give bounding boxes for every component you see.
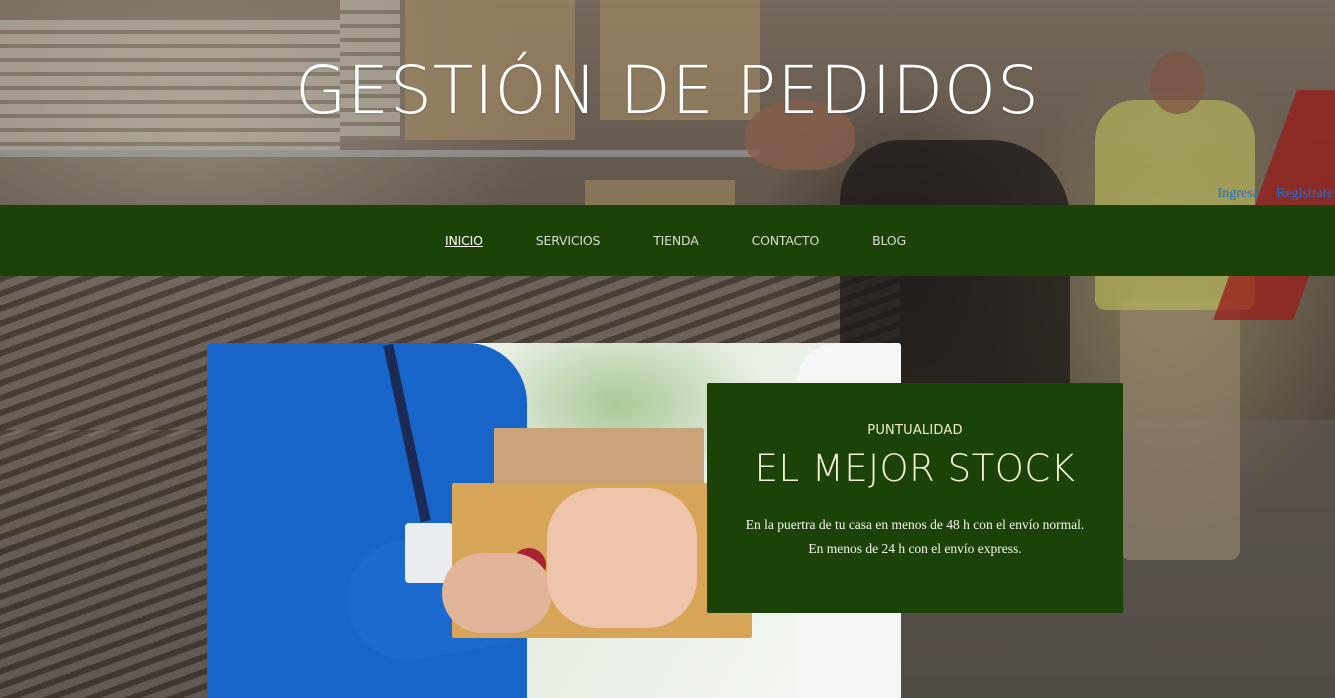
main-navbar: INICIO SERVICIOS TIENDA CONTACTO BLOG [0,205,1335,276]
register-link[interactable]: Registrate [1276,186,1333,201]
nav-link-servicios[interactable]: SERVICIOS [536,233,601,248]
feature-description: En la puertra de tu casa en menos de 48 … [745,517,1085,556]
site-title: GESTIÓN DE PEDIDOS [295,52,1040,129]
nav-list: INICIO SERVICIOS TIENDA CONTACTO BLOG [445,205,959,276]
nav-item-contacto: CONTACTO [752,232,820,250]
feature-eyebrow: PUNTUALIDAD [867,423,963,438]
nav-item-tienda: TIENDA [653,232,699,250]
nav-item-blog: BLOG [872,232,906,250]
nav-item-inicio: INICIO [445,232,483,250]
nav-link-tienda[interactable]: TIENDA [653,233,699,248]
nav-link-inicio[interactable]: INICIO [445,233,483,248]
nav-link-blog[interactable]: BLOG [872,233,906,248]
feature-heading: EL MEJOR STOCK [754,447,1076,490]
nav-item-servicios: SERVICIOS [536,232,601,250]
feature-card: PUNTUALIDAD EL MEJOR STOCK En la puertra… [707,383,1123,613]
login-link[interactable]: Ingresa [1218,186,1259,201]
nav-link-contacto[interactable]: CONTACTO [752,233,820,248]
auth-links: Ingresa Registrate [1204,186,1333,202]
